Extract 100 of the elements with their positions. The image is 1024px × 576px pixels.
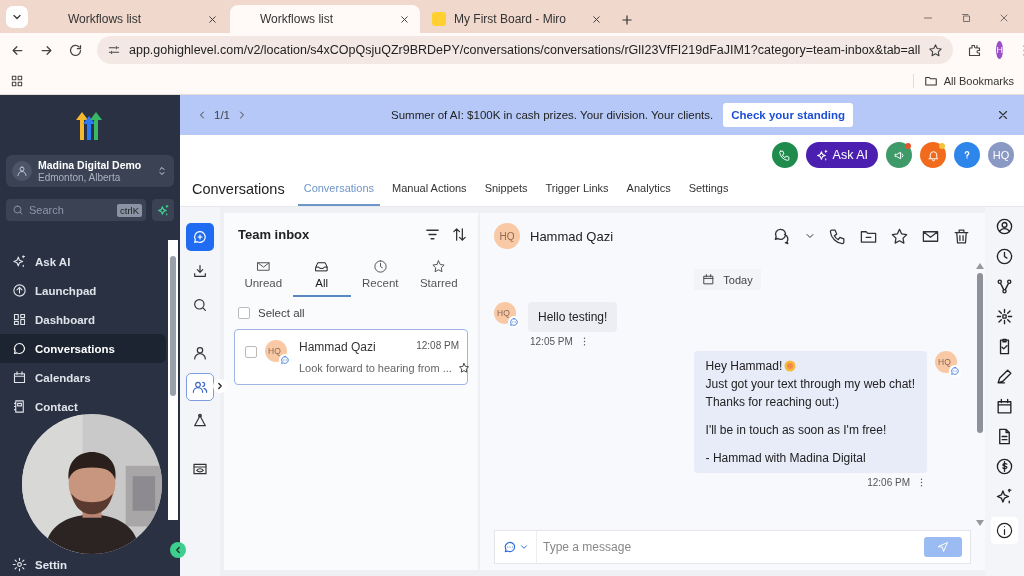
profile-avatar[interactable]: H xyxy=(996,41,1003,59)
message-text: I'll be in touch as soon as I'm free! xyxy=(705,423,887,437)
restore-icon[interactable] xyxy=(960,12,972,24)
conversation-item[interactable]: HQ Hammad Qazi 12:08 PM Look forward to hearing from ... xyxy=(234,329,468,385)
sidebar-item[interactable]: Calendars xyxy=(0,363,166,392)
sidebar-item[interactable]: Ask AI xyxy=(0,247,166,276)
clock-icon xyxy=(372,259,388,274)
nav-tab[interactable]: Settings xyxy=(682,171,735,206)
bookmarks-label[interactable]: All Bookmarks xyxy=(943,74,1014,87)
filter-tab[interactable]: Unread xyxy=(234,255,293,297)
close-icon xyxy=(207,13,218,25)
megaphone-button[interactable] xyxy=(886,142,912,168)
star-icon[interactable] xyxy=(890,226,909,246)
checkbox[interactable] xyxy=(245,346,257,358)
star-icon[interactable] xyxy=(928,42,944,58)
new-chat-button[interactable] xyxy=(186,223,214,251)
phone-button[interactable] xyxy=(771,142,798,168)
calendar-icon[interactable] xyxy=(995,397,1014,416)
contacts-icon xyxy=(12,399,27,414)
chevron-left-icon xyxy=(173,545,183,555)
sidebar-item[interactable]: Dashboard xyxy=(0,305,166,334)
sparkle-icon xyxy=(12,254,27,269)
scroll-down-icon[interactable] xyxy=(976,520,984,526)
timestamp: 12:06 PM xyxy=(867,477,910,488)
tab-search-button[interactable] xyxy=(6,6,28,28)
scrollbar[interactable] xyxy=(168,240,178,520)
banner-text: Summer of AI: $100K in cash prizes. Your division. Your clients. xyxy=(391,109,714,121)
browser-tab[interactable]: Workflows list xyxy=(230,5,420,33)
checkbox[interactable] xyxy=(238,307,250,319)
nodes-icon[interactable] xyxy=(995,277,1014,296)
account-switcher[interactable]: Madina Digital Demo Edmonton, Alberta xyxy=(6,155,174,187)
phone-icon xyxy=(778,148,792,162)
triangle-icon[interactable] xyxy=(192,413,208,429)
browser-tab[interactable]: Workflows list xyxy=(38,5,228,33)
team-inbox-button[interactable] xyxy=(186,373,214,401)
site-icon xyxy=(432,12,446,26)
help-button[interactable] xyxy=(954,142,980,168)
timestamp: 12:08 PM xyxy=(416,340,459,351)
filter-tab[interactable]: Recent xyxy=(351,255,410,297)
close-icon xyxy=(399,13,410,25)
contact-name: Hammad Qazi xyxy=(530,228,615,244)
sidebar-item[interactable]: Launchpad xyxy=(0,276,166,305)
contact-avatar: HQ xyxy=(265,340,287,362)
puzzle-icon[interactable] xyxy=(967,42,983,58)
contact-avatar: HQ xyxy=(935,351,957,373)
filter-tab[interactable]: All xyxy=(292,255,351,297)
eye-window-icon[interactable] xyxy=(192,461,208,477)
reload-icon[interactable] xyxy=(68,42,83,58)
clock-icon[interactable] xyxy=(995,247,1014,266)
expand-button[interactable] xyxy=(213,379,227,393)
users-icon xyxy=(192,379,208,395)
nav-tab[interactable]: Manual Actions xyxy=(386,171,473,206)
sort-icon[interactable] xyxy=(451,225,468,243)
browser-tab[interactable]: My First Board - Miro xyxy=(422,5,612,33)
search-icon[interactable] xyxy=(192,297,208,313)
inbox-title: Team inbox xyxy=(238,226,311,242)
bell-icon xyxy=(926,148,940,162)
nav-tab[interactable]: Trigger Links xyxy=(539,171,615,206)
star-icon[interactable] xyxy=(457,362,470,374)
sparkle-icon[interactable] xyxy=(995,487,1014,506)
collapse-button[interactable] xyxy=(170,542,186,558)
site-settings-icon xyxy=(107,43,121,57)
address-bar[interactable]: app.gohighlevel.com/v2/location/s4xCOpQsjuQZr9BRDePY/conversations/conversations/rGlI23VfFI219dFaJIM1?category=team-inbox&tab=all xyxy=(97,36,954,64)
plus-icon[interactable] xyxy=(620,13,634,27)
sidebar-item[interactable]: Conversations xyxy=(0,334,166,363)
settings-icon xyxy=(12,557,27,572)
contact-name: Hammad Qazi xyxy=(299,340,377,354)
lightning-button[interactable] xyxy=(152,199,174,221)
chat-plus-icon xyxy=(192,229,208,245)
mail-icon xyxy=(255,259,271,274)
ask-ai-button[interactable]: Ask AI xyxy=(805,142,878,168)
filter-tab[interactable]: Starred xyxy=(409,255,468,297)
calendar-icon xyxy=(12,370,27,385)
message-text: Thanks for reaching out:) xyxy=(705,395,839,409)
chat-icon xyxy=(12,341,27,356)
sidebar-item[interactable]: Settin xyxy=(35,558,67,571)
select-all-label[interactable]: Select all xyxy=(258,307,305,319)
search-field[interactable]: Search ctrlK xyxy=(6,199,146,221)
chat-badge-icon xyxy=(509,317,519,327)
scroll-up-icon[interactable] xyxy=(976,263,984,269)
sidebar-item[interactable]: Contact xyxy=(0,392,166,421)
user-icon[interactable] xyxy=(192,345,208,361)
download-icon[interactable] xyxy=(192,263,208,279)
close-icon xyxy=(591,13,602,25)
pen-icon[interactable] xyxy=(995,367,1014,386)
message-text: Hello testing! xyxy=(538,310,608,324)
dollar-icon[interactable] xyxy=(995,457,1014,476)
nav-tab[interactable]: Analytics xyxy=(620,171,677,206)
cta-button[interactable]: Check your standing xyxy=(723,103,853,127)
message-composer[interactable]: Type a message xyxy=(494,530,971,564)
apps-icon[interactable] xyxy=(10,73,24,88)
close-icon[interactable] xyxy=(998,12,1010,24)
nav-tab[interactable]: Snippets xyxy=(478,171,534,206)
chevron-right-icon xyxy=(215,381,225,391)
search-icon xyxy=(12,204,24,216)
chat-icon xyxy=(502,540,517,554)
info-icon[interactable] xyxy=(995,521,1014,540)
close-icon[interactable] xyxy=(996,108,1010,122)
notification-button[interactable] xyxy=(920,142,946,168)
contact-avatar: HQ xyxy=(494,302,516,324)
